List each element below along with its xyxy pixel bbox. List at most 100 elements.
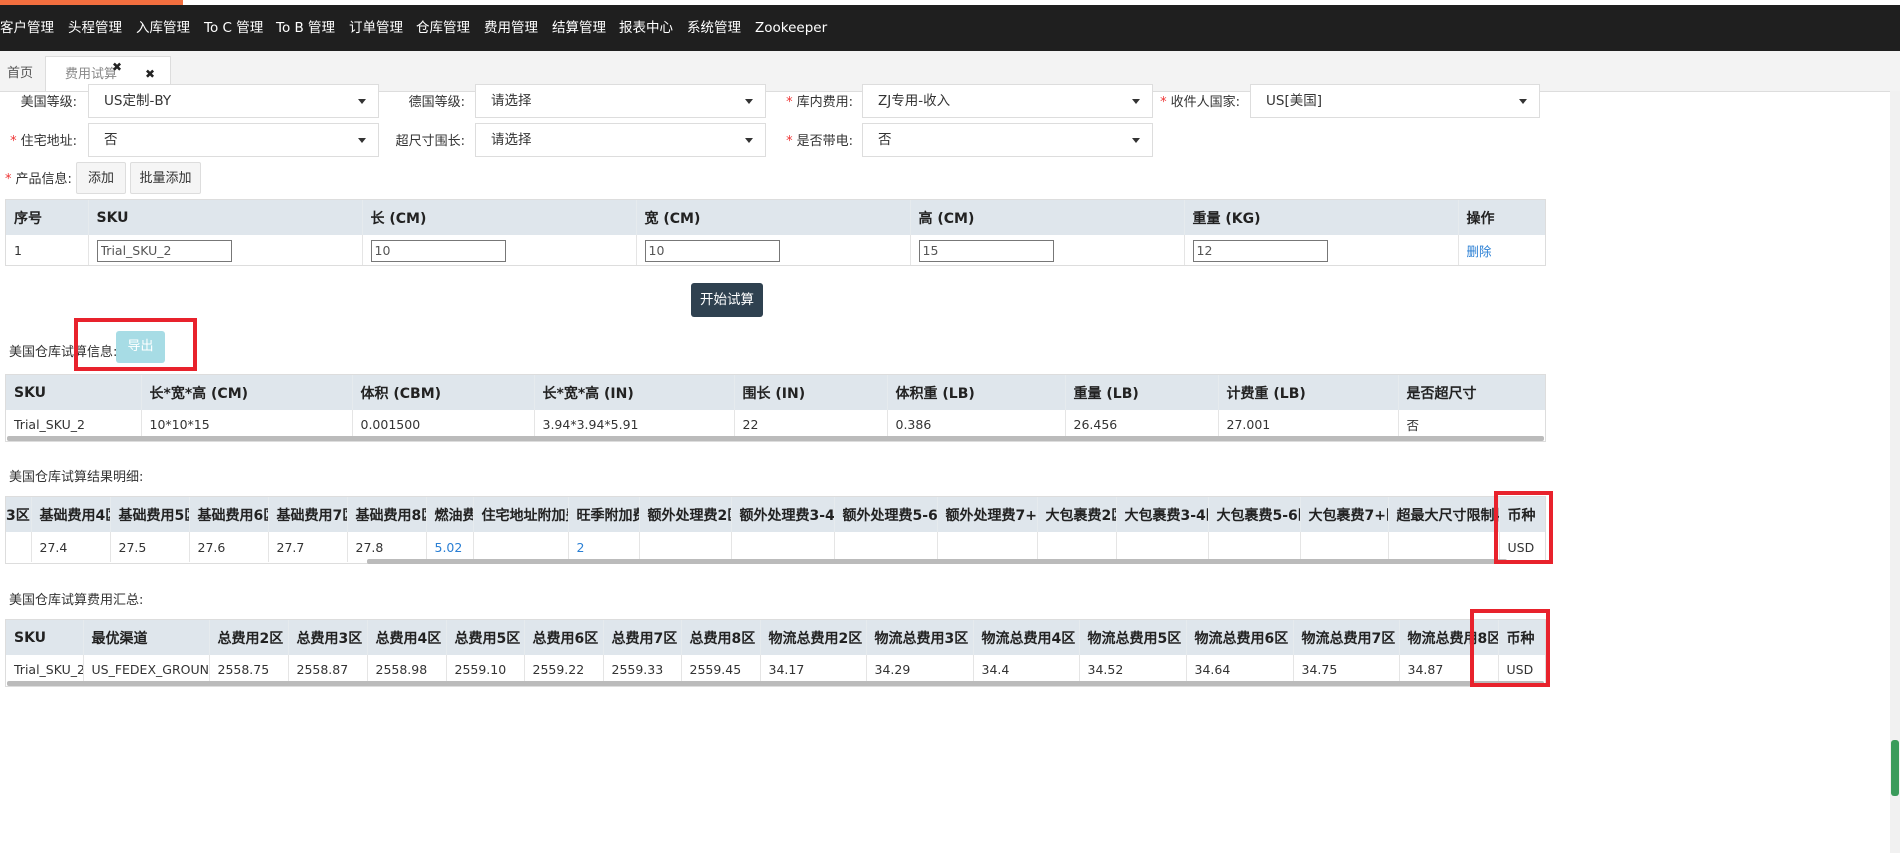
col-zone3: 3区 <box>6 497 32 532</box>
page-scrollbar-thumb[interactable] <box>1891 740 1899 796</box>
nav-customer[interactable]: 客户管理 <box>0 5 54 51</box>
battery-label: * 是否带电: <box>786 134 853 149</box>
result-detail-hscrollbar[interactable] <box>367 559 1507 564</box>
col-extra-handling-7plus: 额外处理费7+区 <box>937 497 1038 532</box>
cell: 2559.33 <box>603 655 682 683</box>
cell: 34.29 <box>866 655 974 683</box>
col-base8: 基础费用8区 <box>347 497 427 532</box>
residential-select[interactable]: 否 <box>88 123 379 157</box>
fuel-fee-link[interactable]: 5.02 <box>435 540 463 555</box>
col-total8: 总费用8区 <box>681 620 761 655</box>
col-base4: 基础费用4区 <box>31 497 111 532</box>
nav-system[interactable]: 系统管理 <box>687 5 741 51</box>
nav-fees[interactable]: 费用管理 <box>484 5 538 51</box>
cell <box>1116 532 1209 562</box>
tab-home[interactable]: 首页 <box>0 56 45 91</box>
table-row: Trial_SKU_2 10*10*15 0.001500 3.94*3.94*… <box>6 410 1545 438</box>
col-large-pkg-5-6: 大包裹费5-6区 <box>1208 497 1301 532</box>
de-level-select[interactable]: 请选择 <box>475 84 766 118</box>
col-weight: 重量 (KG) <box>1184 200 1459 235</box>
height-input[interactable] <box>918 239 1054 262</box>
nav-orders[interactable]: 订单管理 <box>349 5 403 51</box>
cell: Trial_SKU_2 <box>6 655 84 683</box>
nav-to-c[interactable]: To C 管理 <box>204 5 263 51</box>
sku-input[interactable] <box>96 239 232 262</box>
nav-inbound[interactable]: 入库管理 <box>136 5 190 51</box>
cell <box>6 532 32 562</box>
oversize-girth-select[interactable]: 请选择 <box>475 123 766 157</box>
col-oversize: 是否超尺寸 <box>1398 375 1545 410</box>
width-input[interactable] <box>644 239 780 262</box>
col-base5: 基础费用5区 <box>110 497 190 532</box>
start-calc-button[interactable]: 开始试算 <box>691 283 763 317</box>
cell: 27.4 <box>31 532 111 562</box>
col-logistics7: 物流总费用7区 <box>1293 620 1400 655</box>
col-volume: 体积 (CBM) <box>352 375 535 410</box>
nav-settlement[interactable]: 结算管理 <box>552 5 606 51</box>
chevron-down-icon <box>745 138 753 143</box>
col-weight-lb: 重量 (LB) <box>1065 375 1219 410</box>
highlight-box-currency-detail <box>1494 491 1553 564</box>
col-action: 操作 <box>1458 200 1545 235</box>
cell <box>937 532 1038 562</box>
summary-hscrollbar[interactable] <box>7 681 1544 686</box>
nav-first-leg[interactable]: 头程管理 <box>68 5 122 51</box>
cell: 2558.98 <box>367 655 447 683</box>
cell <box>1037 532 1117 562</box>
chevron-down-icon <box>1132 99 1140 104</box>
nav-warehouse[interactable]: 仓库管理 <box>416 5 470 51</box>
recipient-country-select[interactable]: US[美国] <box>1250 84 1540 118</box>
add-product-button[interactable]: 添加 <box>76 162 126 194</box>
col-extra-handling-2: 额外处理费2区 <box>639 497 732 532</box>
oversize-girth-label: 超尺寸围长: <box>395 134 465 149</box>
col-logistics3: 物流总费用3区 <box>866 620 974 655</box>
col-large-pkg-2: 大包裹费2区 <box>1037 497 1117 532</box>
col-sku: SKU <box>6 375 142 410</box>
cell: 10*10*15 <box>141 410 353 438</box>
col-sku: SKU <box>88 200 363 235</box>
us-level-select[interactable]: US定制-BY <box>88 84 379 118</box>
cell: 34.17 <box>760 655 867 683</box>
cell: 0.386 <box>887 410 1066 438</box>
nav-reports[interactable]: 报表中心 <box>619 5 673 51</box>
nav-to-b[interactable]: To B 管理 <box>276 5 335 51</box>
delete-link[interactable]: 删除 <box>1467 244 1492 259</box>
length-input[interactable] <box>370 239 506 262</box>
page-scrollbar[interactable] <box>1890 91 1900 853</box>
cell: 否 <box>1398 410 1545 438</box>
col-logistics2: 物流总费用2区 <box>760 620 867 655</box>
col-girth: 围长 (IN) <box>734 375 888 410</box>
col-over-max-size: 超最大尺寸限制收费 <box>1388 497 1500 532</box>
col-peak-surcharge: 旺季附加费 <box>568 497 640 532</box>
highlight-box-currency-summary <box>1470 609 1550 687</box>
cell: 26.456 <box>1065 410 1219 438</box>
cell <box>1300 532 1389 562</box>
nav-zookeeper[interactable]: Zookeeper <box>755 5 827 51</box>
cell: US_FEDEX_GROUND <box>83 655 210 683</box>
cell: 2559.10 <box>446 655 525 683</box>
highlight-box-export <box>74 318 197 371</box>
weight-input[interactable] <box>1192 239 1328 262</box>
cell: 2558.87 <box>288 655 368 683</box>
result-detail-table: 3区 基础费用4区 基础费用5区 基础费用6区 基础费用7区 基础费用8区 燃油… <box>5 496 1546 564</box>
tab-close-icon[interactable]: ✖ <box>112 50 122 85</box>
col-height: 高 (CM) <box>910 200 1185 235</box>
cell: 2558.75 <box>209 655 289 683</box>
col-logistics4: 物流总费用4区 <box>973 620 1080 655</box>
col-total7: 总费用7区 <box>603 620 682 655</box>
cell: 2559.22 <box>524 655 604 683</box>
col-large-pkg-7plus: 大包裹费7+区 <box>1300 497 1389 532</box>
cell: 3.94*3.94*5.91 <box>534 410 735 438</box>
col-logistics6: 物流总费用6区 <box>1186 620 1294 655</box>
battery-select[interactable]: 否 <box>862 123 1153 157</box>
batch-add-button[interactable]: 批量添加 <box>130 162 201 194</box>
col-length: 长 (CM) <box>362 200 637 235</box>
us-info-hscrollbar[interactable] <box>7 436 1544 441</box>
col-residential-surcharge: 住宅地址附加费 <box>473 497 569 532</box>
row-index: 1 <box>6 235 89 265</box>
peak-surcharge-link[interactable]: 2 <box>577 540 585 555</box>
warehouse-fee-select[interactable]: ZJ专用-收入 <box>862 84 1153 118</box>
chevron-down-icon <box>1519 99 1527 104</box>
col-base7: 基础费用7区 <box>268 497 348 532</box>
residential-label: * 住宅地址: <box>10 134 77 149</box>
